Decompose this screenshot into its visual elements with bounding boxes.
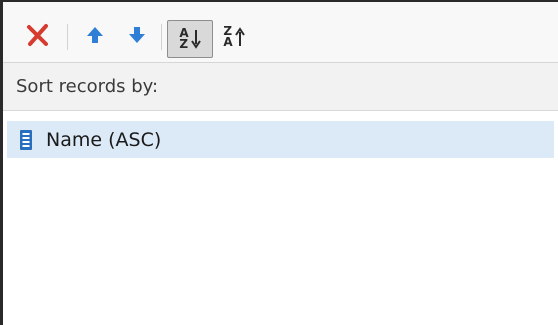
- move-down-button[interactable]: [121, 19, 153, 55]
- toolbar-separator: [161, 24, 162, 50]
- sort-fields-list[interactable]: Name (ASC): [3, 111, 558, 325]
- move-up-button[interactable]: [79, 19, 111, 55]
- sort-header: Sort records by:: [3, 63, 558, 111]
- delete-x-icon: [25, 22, 51, 52]
- sort-records-by-label: Sort records by:: [16, 76, 159, 97]
- sort-za-icon: Z A: [223, 25, 245, 49]
- sort-records-panel: A Z Z A Sort records by: Name (ASC): [0, 0, 558, 325]
- sort-ascending-button[interactable]: A Z: [167, 20, 213, 58]
- sort-az-icon: A Z: [179, 27, 201, 51]
- arrow-down-icon: [126, 24, 148, 50]
- field-icon: [14, 128, 38, 152]
- toolbar: A Z Z A: [3, 2, 558, 63]
- arrow-up-icon: [84, 24, 106, 50]
- delete-button[interactable]: [21, 19, 55, 55]
- list-item-label: Name (ASC): [46, 128, 162, 151]
- toolbar-separator: [67, 24, 68, 50]
- list-item-name-asc[interactable]: Name (ASC): [7, 121, 554, 158]
- sort-az-bottom-letter: Z: [179, 37, 189, 51]
- sort-za-bottom-letter: A: [223, 35, 233, 49]
- sort-descending-button[interactable]: Z A: [217, 19, 251, 55]
